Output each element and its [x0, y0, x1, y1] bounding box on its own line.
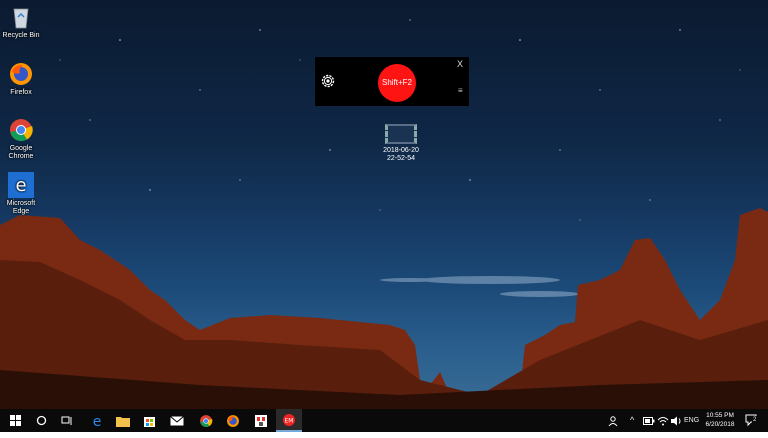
windows-start-button[interactable]: [2, 409, 28, 432]
desktop-icon-label: Recycle Bin: [2, 32, 40, 39]
taskbar-recorder-app[interactable]: EM: [276, 409, 302, 432]
taskbar-clock[interactable]: 10:55 PM 6/20/2018: [700, 411, 740, 429]
recycle-bin-icon: [8, 4, 34, 30]
file-name-line1: 2018-06-20: [383, 147, 419, 154]
menu-icon[interactable]: ≡: [458, 86, 463, 95]
store-bag-icon: [143, 417, 155, 427]
clock-time: 10:55 PM: [706, 412, 734, 419]
desktop-icon-chrome[interactable]: Google Chrome: [0, 117, 49, 161]
chrome-icon: [8, 117, 34, 143]
svg-text:e: e: [93, 414, 102, 428]
close-button[interactable]: X: [457, 59, 463, 69]
notification-count-badge: 2: [752, 416, 758, 424]
gear-icon[interactable]: [320, 73, 336, 89]
taskbar-snipping-app[interactable]: [248, 409, 274, 432]
taskbar-file-explorer[interactable]: [110, 409, 136, 432]
record-button[interactable]: Shift+F2: [378, 64, 416, 102]
desktop-icon-label: Google Chrome: [8, 145, 34, 160]
mail-icon: [170, 415, 184, 425]
recorder-app-icon: EM: [283, 413, 295, 426]
svg-text:EM: EM: [285, 417, 294, 424]
chrome-icon: [200, 414, 213, 427]
wifi-icon[interactable]: [657, 409, 669, 432]
cortana-circle-icon: [36, 415, 46, 426]
desktop-icon-firefox[interactable]: Firefox: [0, 61, 49, 97]
taskbar-chrome[interactable]: [193, 409, 219, 432]
desktop-icon-edge[interactable]: e Microsoft Edge: [0, 172, 49, 216]
taskbar: e EM ^ ENG 10:55 PM 6/20/2018 2: [0, 409, 768, 432]
edge-icon: e: [8, 172, 34, 198]
desktop-icon-recycle-bin[interactable]: Recycle Bin: [0, 4, 49, 40]
app-grid-icon: [255, 414, 267, 427]
people-icon[interactable]: [608, 409, 620, 432]
folder-icon: [116, 416, 130, 427]
taskbar-firefox[interactable]: [220, 409, 246, 432]
taskbar-edge[interactable]: e: [84, 409, 110, 432]
language-indicator[interactable]: ENG: [684, 409, 699, 432]
edge-icon: e: [93, 414, 102, 428]
clock-date: 6/20/2018: [705, 421, 735, 428]
svg-text:e: e: [15, 175, 26, 196]
taskbar-store[interactable]: [136, 409, 162, 432]
task-view-icon: [61, 416, 72, 425]
windows-logo-icon: [9, 415, 21, 426]
file-name-line2: 22-52-54: [386, 155, 416, 162]
desktop-icon-label: Firefox: [10, 89, 32, 96]
desktop-icon-label: Microsoft Edge: [6, 200, 36, 215]
volume-icon[interactable]: [670, 409, 682, 432]
video-file-icon: [385, 124, 417, 144]
desktop: Recycle Bin Firefox Google Chrome e Micr…: [0, 0, 768, 409]
desktop-video-file[interactable]: 2018-06-20 22-52-54: [376, 124, 426, 163]
chevron-up-icon[interactable]: ^: [630, 409, 634, 432]
taskbar-mail[interactable]: [164, 409, 190, 432]
cortana-search-button[interactable]: [28, 409, 54, 432]
battery-icon[interactable]: [643, 409, 655, 432]
task-view-button[interactable]: [54, 409, 80, 432]
firefox-icon: [8, 61, 34, 87]
action-center-button[interactable]: 2: [745, 409, 759, 432]
firefox-icon: [227, 414, 239, 427]
screen-recorder-panel: Shift+F2 X ≡: [315, 57, 469, 106]
